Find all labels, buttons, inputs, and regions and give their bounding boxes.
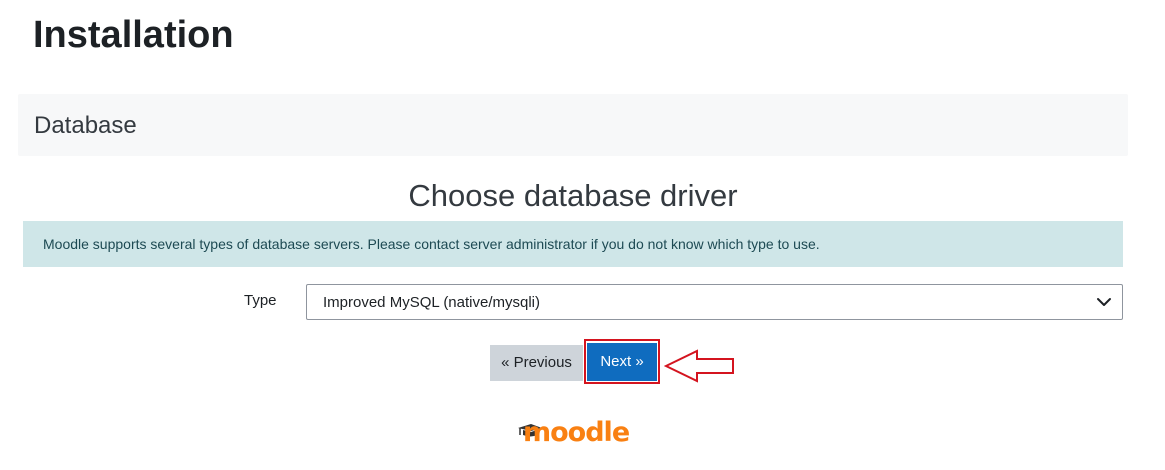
arrow-left-icon [664, 349, 734, 383]
moodle-logo: moodle [517, 417, 633, 449]
select-value: Improved MySQL (native/mysqli) [323, 294, 541, 311]
chevron-down-icon [1097, 298, 1111, 306]
database-type-select[interactable]: Improved MySQL (native/mysqli) [306, 284, 1123, 320]
section-header: Database [18, 94, 1128, 156]
previous-button[interactable]: « Previous [490, 345, 583, 381]
type-label: Type [244, 292, 277, 309]
page-subheading: Choose database driver [408, 178, 738, 213]
section-title: Database [34, 112, 137, 139]
page-title: Installation [33, 14, 234, 56]
logo-text: moodle [523, 417, 630, 448]
next-button[interactable]: Next » [587, 343, 657, 381]
info-notice: Moodle supports several types of databas… [23, 221, 1123, 267]
